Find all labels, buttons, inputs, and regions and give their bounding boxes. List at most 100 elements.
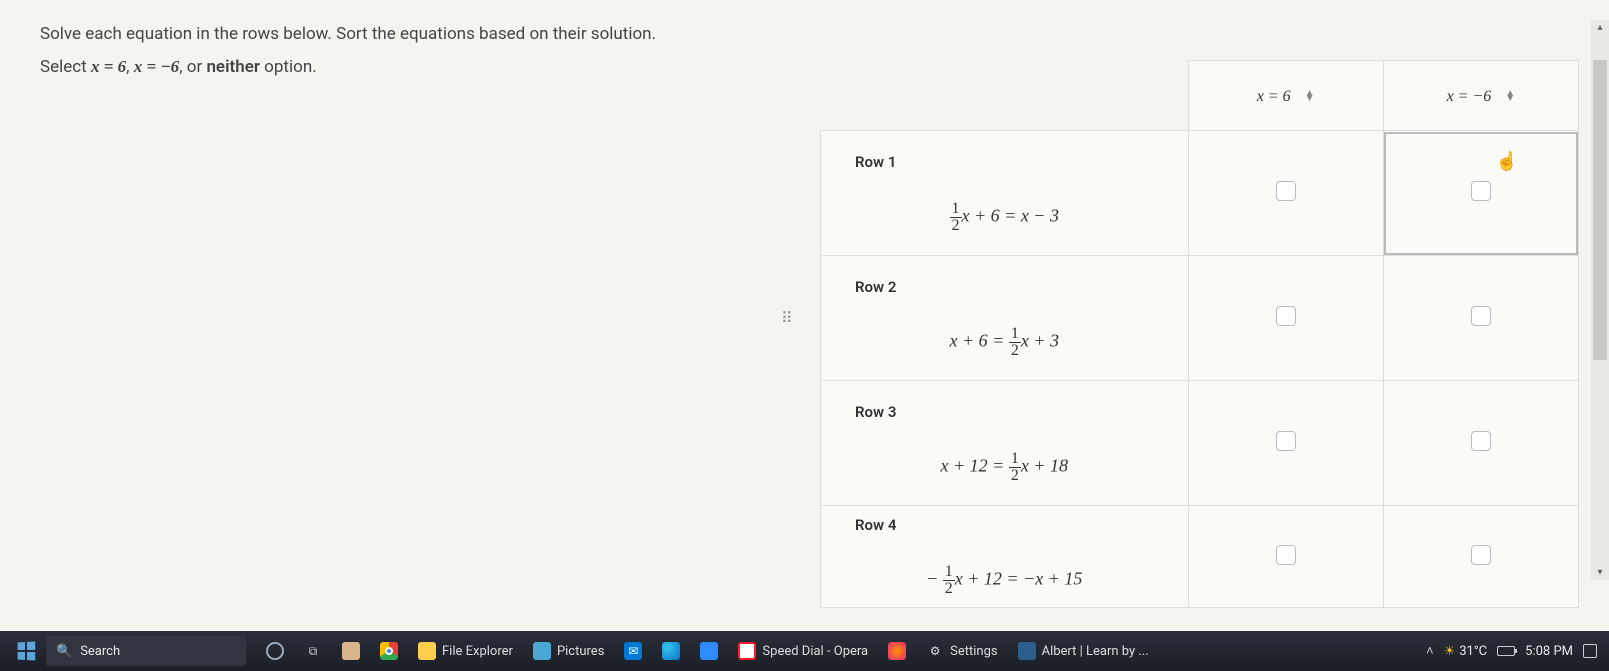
eq-pre: x + 6 = [950, 330, 1009, 350]
frac-den: 2 [950, 218, 962, 234]
answer-cell-x6[interactable] [1188, 131, 1383, 256]
checkbox[interactable] [1276, 306, 1296, 326]
cortana-icon[interactable] [256, 635, 294, 667]
taskbar: 🔍 Search ⧉ File Explorer Pictures ✉ Spee… [0, 631, 1609, 671]
table-row: Row 1 12x + 6 = x − 3 ☝ [821, 131, 1579, 256]
taskbar-label: Albert | Learn by ... [1042, 644, 1149, 659]
checkbox[interactable] [1471, 431, 1491, 451]
equation-table: x = 6 x = −6 Row 1 12x + 6 = x − 3 [820, 60, 1579, 608]
row-label: Row 4 [835, 516, 1174, 564]
equation: x + 6 = 12x + 3 [835, 326, 1174, 359]
search-placeholder: Search [80, 644, 120, 659]
taskbar-mail[interactable]: ✉ [614, 635, 652, 667]
checkbox[interactable] [1276, 181, 1296, 201]
taskbar-pictures[interactable]: Pictures [523, 635, 614, 667]
clock[interactable]: 5:08 PM [1525, 644, 1573, 659]
opt-neither: neither [206, 57, 260, 77]
system-tray[interactable]: ˄ ☀31°C 5:08 PM [1426, 643, 1603, 659]
taskbar-settings[interactable]: ⚙ Settings [916, 635, 1007, 667]
taskbar-label: Settings [950, 644, 997, 659]
task-view-button[interactable]: ⧉ [294, 635, 332, 667]
header-x-equals-6[interactable]: x = 6 [1188, 61, 1383, 131]
instruction-line-1: Solve each equation in the rows below. S… [40, 20, 1569, 49]
gear-icon: ⚙ [926, 642, 944, 660]
firefox-icon [888, 642, 906, 660]
sep2: , or [179, 57, 206, 77]
checkbox[interactable] [1276, 545, 1296, 565]
frac-num: 1 [943, 564, 955, 581]
table-row: ⠿ Row 2 x + 6 = 12x + 3 [821, 256, 1579, 381]
checkbox[interactable] [1471, 181, 1491, 201]
frac-num: 1 [1009, 451, 1021, 468]
checkbox[interactable] [1276, 431, 1296, 451]
taskbar-edge[interactable] [652, 635, 690, 667]
row-label: Row 3 [835, 403, 1174, 451]
header-blank [821, 61, 1189, 131]
windows-logo-icon [18, 642, 36, 661]
opera-icon [738, 642, 756, 660]
row-label: Row 1 [835, 153, 1174, 201]
start-button[interactable] [6, 635, 46, 667]
weather-widget[interactable]: ☀31°C [1444, 644, 1488, 659]
answer-cell-xneg6[interactable] [1383, 381, 1578, 506]
scroll-down-icon[interactable]: ▾ [1591, 567, 1609, 578]
taskbar-albert[interactable]: Albert | Learn by ... [1008, 635, 1159, 667]
eq-pre: x + 12 = [941, 455, 1009, 475]
frac-den: 2 [943, 581, 955, 597]
answer-cell-xneg6[interactable] [1383, 256, 1578, 381]
notifications-icon[interactable] [1583, 644, 1597, 658]
select-pre: Select [40, 57, 91, 77]
sort-icon[interactable] [1505, 91, 1515, 101]
taskbar-search[interactable]: 🔍 Search [46, 636, 246, 666]
header-x6-label: x = 6 [1257, 88, 1291, 105]
header-x-equals-neg6[interactable]: x = −6 [1383, 61, 1578, 131]
post: option. [260, 57, 317, 77]
answer-cell-xneg6[interactable] [1383, 506, 1578, 608]
opt-xneg6: x = −6 [134, 57, 180, 76]
taskbar-app[interactable] [332, 635, 370, 667]
scroll-up-icon[interactable]: ▴ [1591, 22, 1609, 33]
checkbox[interactable] [1471, 545, 1491, 565]
taskbar-file-explorer[interactable]: File Explorer [408, 635, 523, 667]
equation-cell: Row 3 x + 12 = 12x + 18 [821, 381, 1189, 506]
pictures-icon [533, 642, 551, 660]
frac-den: 2 [1009, 343, 1021, 359]
table-row: Row 3 x + 12 = 12x + 18 [821, 381, 1579, 506]
mail-icon: ✉ [624, 642, 642, 660]
drag-handle-icon[interactable]: ⠿ [781, 309, 795, 328]
albert-icon [1018, 642, 1036, 660]
app-icon [342, 642, 360, 660]
header-xneg6-label: x = −6 [1447, 88, 1492, 105]
taskbar-opera[interactable]: Speed Dial - Opera [728, 635, 878, 667]
frac-den: 2 [1009, 468, 1021, 484]
taskbar-label: File Explorer [442, 644, 513, 659]
taskbar-firefox[interactable] [878, 635, 916, 667]
vertical-scrollbar[interactable]: ▴ ▾ [1591, 20, 1609, 580]
chrome-icon [380, 642, 398, 660]
tray-chevron-icon[interactable]: ˄ [1426, 643, 1434, 659]
sep1: , [126, 57, 134, 77]
folder-icon [418, 642, 436, 660]
equation: x + 12 = 12x + 18 [835, 451, 1174, 484]
battery-icon[interactable] [1497, 646, 1515, 656]
eq-post: x + 18 [1021, 455, 1068, 475]
answer-cell-x6[interactable] [1188, 381, 1383, 506]
answer-cell-x6[interactable] [1188, 506, 1383, 608]
taskbar-zoom[interactable] [690, 635, 728, 667]
frac-num: 1 [1009, 326, 1021, 343]
edge-icon [662, 642, 680, 660]
sort-icon[interactable] [1305, 91, 1315, 101]
zoom-icon [700, 642, 718, 660]
equation-cell: Row 4 − 12x + 12 = −x + 15 [821, 506, 1189, 608]
search-icon: 🔍 [56, 644, 72, 659]
taskbar-chrome[interactable] [370, 635, 408, 667]
frac-num: 1 [950, 201, 962, 218]
scroll-thumb[interactable] [1593, 60, 1607, 360]
checkbox[interactable] [1471, 306, 1491, 326]
table-row: Row 4 − 12x + 12 = −x + 15 [821, 506, 1579, 608]
eq-post: x + 12 = −x + 15 [955, 569, 1083, 589]
taskbar-label: Speed Dial - Opera [762, 644, 868, 659]
eq-rest: x + 6 = x − 3 [962, 205, 1059, 225]
answer-cell-x6[interactable] [1188, 256, 1383, 381]
answer-cell-xneg6[interactable]: ☝ [1383, 131, 1578, 256]
